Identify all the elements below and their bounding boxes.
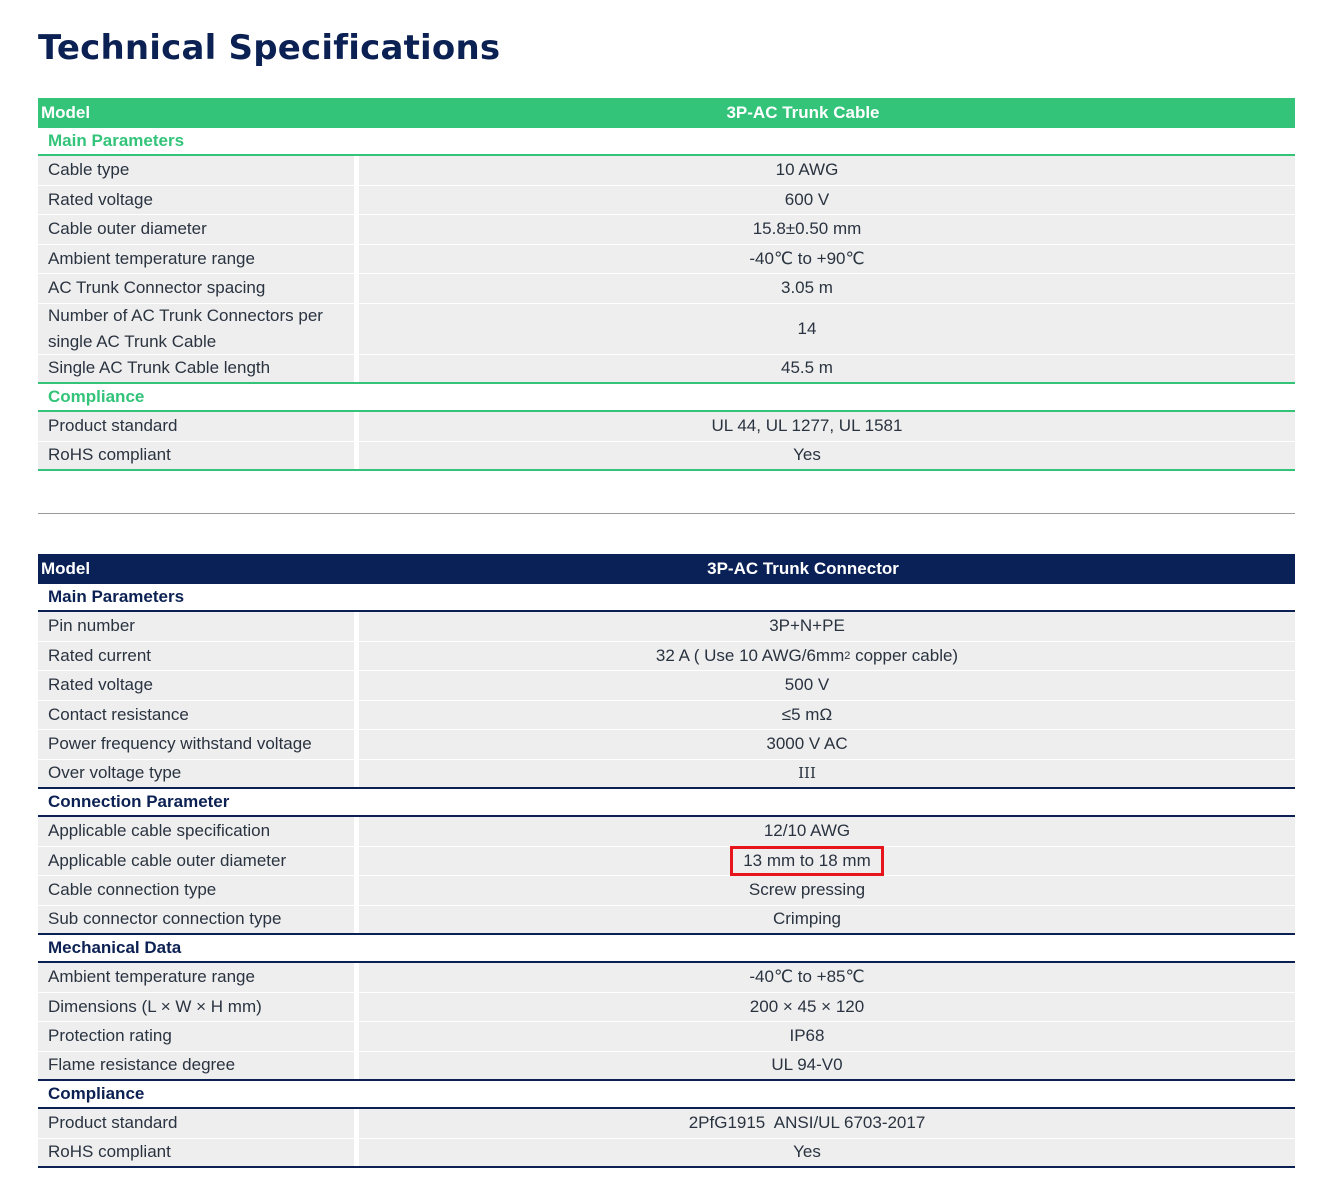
table-row: Cable outer diameter 15.8±0.50 mm [38, 215, 1295, 245]
row-label: Number of AC Trunk Connectors per single… [38, 303, 354, 354]
section-title: Connection Parameter [38, 789, 1295, 817]
row-label: RoHS compliant [38, 1138, 354, 1166]
value-text: 32 A ( Use 10 AWG/6mm [655, 645, 845, 665]
row-value: 3P+N+PE [359, 612, 1295, 641]
table-row: Cable connection type Screw pressing [38, 876, 1295, 906]
row-label: Applicable cable specification [38, 817, 354, 846]
row-label: Cable type [38, 156, 354, 185]
row-value: 45.5 m [359, 354, 1295, 382]
row-label: Ambient temperature range [38, 244, 354, 273]
table-header: Model 3P-AC Trunk Cable [38, 98, 1295, 128]
header-label: Model [41, 559, 91, 578]
row-value: 3000 V AC [359, 730, 1295, 759]
table-row: RoHS compliant Yes [38, 1138, 1295, 1168]
row-label: Dimensions (L × W × H mm) [38, 992, 354, 1021]
table-row: Dimensions (L × W × H mm) 200 × 45 × 120 [38, 992, 1295, 1022]
row-value: Crimping [359, 905, 1295, 933]
row-value: ≤5 mΩ [359, 700, 1295, 729]
table-row: Number of AC Trunk Connectors per single… [38, 303, 1295, 355]
row-label: RoHS compliant [38, 441, 354, 469]
section-title: Mechanical Data [38, 935, 1295, 963]
page-title: Technical Specifications [38, 28, 501, 68]
table-row: Contact resistance ≤5 mΩ [38, 700, 1295, 730]
row-label: Power frequency withstand voltage [38, 730, 354, 759]
table-header: Model 3P-AC Trunk Connector [38, 554, 1295, 584]
table-row: Rated voltage 600 V [38, 185, 1295, 215]
table-row: Single AC Trunk Cable length 45.5 m [38, 354, 1295, 384]
row-value: 32 A ( Use 10 AWG/6mm 2 copper cable) [359, 641, 1295, 670]
table-row: Protection rating IP68 [38, 1022, 1295, 1052]
row-label: Cable connection type [38, 876, 354, 905]
row-value: Yes [359, 441, 1295, 469]
row-value: UL 44, UL 1277, UL 1581 [359, 412, 1295, 441]
row-value: 600 V [359, 185, 1295, 214]
table-row: Rated voltage 500 V [38, 671, 1295, 701]
row-label: Applicable cable outer diameter [38, 846, 354, 875]
table-row: Ambient temperature range -40℃ to +85℃ [38, 963, 1295, 993]
value-text: copper cable) [850, 645, 959, 665]
section-divider [38, 513, 1295, 514]
row-value: 10 AWG [359, 156, 1295, 185]
row-value: 12/10 AWG [359, 817, 1295, 846]
row-value: UL 94-V0 [359, 1051, 1295, 1079]
table-row: Sub connector connection type Crimping [38, 905, 1295, 935]
row-value: 200 × 45 × 120 [359, 992, 1295, 1021]
table-row: Ambient temperature range -40℃ to +90℃ [38, 244, 1295, 274]
row-value: 3.05 m [359, 274, 1295, 303]
row-label: Ambient temperature range [38, 963, 354, 992]
table-row: Applicable cable specification 12/10 AWG [38, 817, 1295, 847]
row-value: 13 mm to 18 mm [359, 845, 1295, 876]
row-value: 2PfG1915 ANSI/UL 6703-2017 [359, 1109, 1295, 1138]
row-value: Screw pressing [359, 876, 1295, 905]
row-label: Rated current [38, 641, 354, 670]
row-value: IP68 [359, 1022, 1295, 1051]
row-label: Product standard [38, 412, 354, 441]
table-row: Product standard 2PfG1915 ANSI/UL 6703-20… [38, 1109, 1295, 1139]
row-label: Over voltage type [38, 759, 354, 787]
row-label: Rated voltage [38, 185, 354, 214]
table-row: Over voltage type III [38, 759, 1295, 789]
row-label: Single AC Trunk Cable length [38, 354, 354, 382]
row-label: Contact resistance [38, 700, 354, 729]
row-label: Rated voltage [38, 671, 354, 700]
header-model: 3P-AC Trunk Connector [707, 559, 899, 578]
table-row: Power frequency withstand voltage 3000 V … [38, 730, 1295, 760]
table-row: AC Trunk Connector spacing 3.05 m [38, 274, 1295, 304]
highlighted-value: 13 mm to 18 mm [730, 845, 884, 876]
section-title: Main Parameters [38, 128, 1295, 156]
row-value: -40℃ to +85℃ [359, 963, 1295, 992]
header-model: 3P-AC Trunk Cable [726, 103, 880, 122]
row-label: Cable outer diameter [38, 215, 354, 244]
table-row: Pin number 3P+N+PE [38, 612, 1295, 642]
table-row: Flame resistance degree UL 94-V0 [38, 1051, 1295, 1081]
row-value: 500 V [359, 671, 1295, 700]
row-value: III [359, 759, 1295, 787]
row-label: Sub connector connection type [38, 905, 354, 933]
row-label: Product standard [38, 1109, 354, 1138]
row-label: Protection rating [38, 1022, 354, 1051]
table-row: Product standard UL 44, UL 1277, UL 1581 [38, 412, 1295, 442]
row-label: AC Trunk Connector spacing [38, 274, 354, 303]
section-title: Compliance [38, 384, 1295, 412]
connector-spec-table: Model 3P-AC Trunk Connector Main Paramet… [38, 554, 1295, 1168]
section-title: Compliance [38, 1081, 1295, 1109]
section-title: Main Parameters [38, 584, 1295, 612]
row-label: Flame resistance degree [38, 1051, 354, 1079]
table-row: Applicable cable outer diameter 13 mm to … [38, 845, 1295, 876]
cable-spec-table: Model 3P-AC Trunk Cable Main Parameters … [38, 98, 1295, 471]
row-value: 15.8±0.50 mm [359, 215, 1295, 244]
row-value: 14 [359, 303, 1295, 354]
row-value: -40℃ to +90℃ [359, 244, 1295, 273]
table-row: Rated current 32 A ( Use 10 AWG/6mm 2 copp… [38, 641, 1295, 671]
table-row: Cable type 10 AWG [38, 156, 1295, 186]
header-label: Model [41, 103, 91, 122]
row-label: Pin number [38, 612, 354, 641]
table-row: RoHS compliant Yes [38, 441, 1295, 471]
row-value: Yes [359, 1138, 1295, 1166]
